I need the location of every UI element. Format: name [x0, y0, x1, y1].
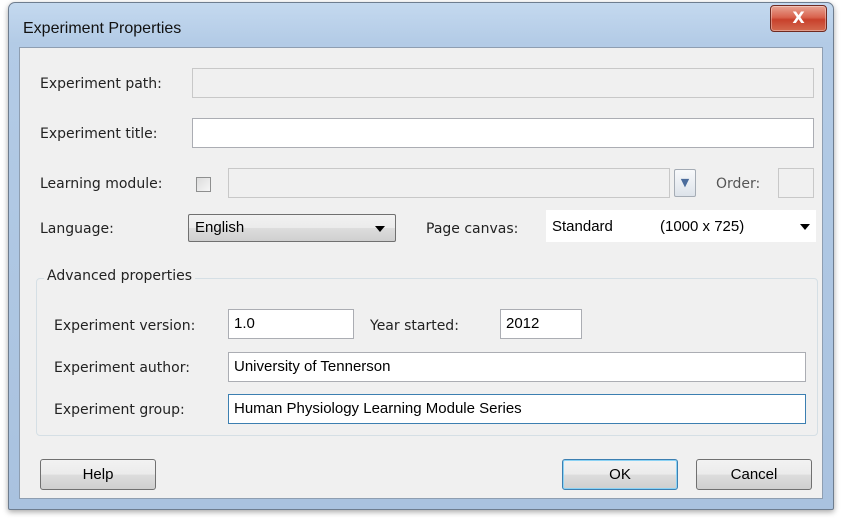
experiment-author-label: Experiment author:: [54, 360, 190, 376]
experiment-group-label: Experiment group:: [54, 402, 185, 418]
cancel-button[interactable]: Cancel: [696, 459, 812, 490]
order-field: [778, 168, 814, 198]
dialog-window: Experiment Properties X Experiment path:…: [8, 2, 834, 510]
experiment-path-field: [192, 68, 814, 98]
page-canvas-select[interactable]: Standard (1000 x 725): [546, 210, 816, 242]
page-canvas-label: Page canvas:: [426, 221, 519, 237]
title-bar[interactable]: Experiment Properties X: [9, 3, 833, 47]
advanced-properties-legend: Advanced properties: [44, 268, 196, 284]
ok-button[interactable]: OK: [562, 459, 678, 490]
experiment-title-field[interactable]: [192, 118, 814, 148]
dialog-body: Experiment path: Experiment title: Learn…: [19, 47, 823, 499]
help-button[interactable]: Help: [40, 459, 156, 490]
year-started-label: Year started:: [370, 318, 459, 334]
experiment-group-field[interactable]: Human Physiology Learning Module Series: [228, 394, 806, 424]
experiment-version-label: Experiment version:: [54, 318, 196, 334]
learning-module-checkbox[interactable]: [196, 177, 211, 192]
year-started-field[interactable]: 2012: [500, 309, 582, 339]
experiment-title-label: Experiment title:: [40, 126, 158, 142]
experiment-author-field[interactable]: University of Tennerson: [228, 352, 806, 382]
chevron-down-icon: [800, 224, 810, 230]
order-label: Order:: [716, 176, 761, 192]
language-label: Language:: [40, 221, 114, 237]
language-value: English: [195, 219, 245, 236]
learning-module-label: Learning module:: [40, 176, 163, 192]
close-button[interactable]: X: [770, 5, 827, 32]
window-title: Experiment Properties: [23, 20, 182, 37]
chevron-down-icon: [375, 226, 385, 232]
close-icon: X: [792, 8, 805, 27]
experiment-version-field[interactable]: 1.0: [228, 309, 354, 339]
learning-module-dropdown-button[interactable]: ▼: [674, 169, 696, 197]
page-canvas-name: Standard: [552, 218, 613, 235]
chevron-down-icon: ▼: [680, 176, 690, 189]
experiment-path-label: Experiment path:: [40, 76, 162, 92]
page-canvas-size: (1000 x 725): [660, 218, 745, 235]
language-select[interactable]: English: [188, 214, 396, 242]
learning-module-combo: [228, 168, 670, 198]
